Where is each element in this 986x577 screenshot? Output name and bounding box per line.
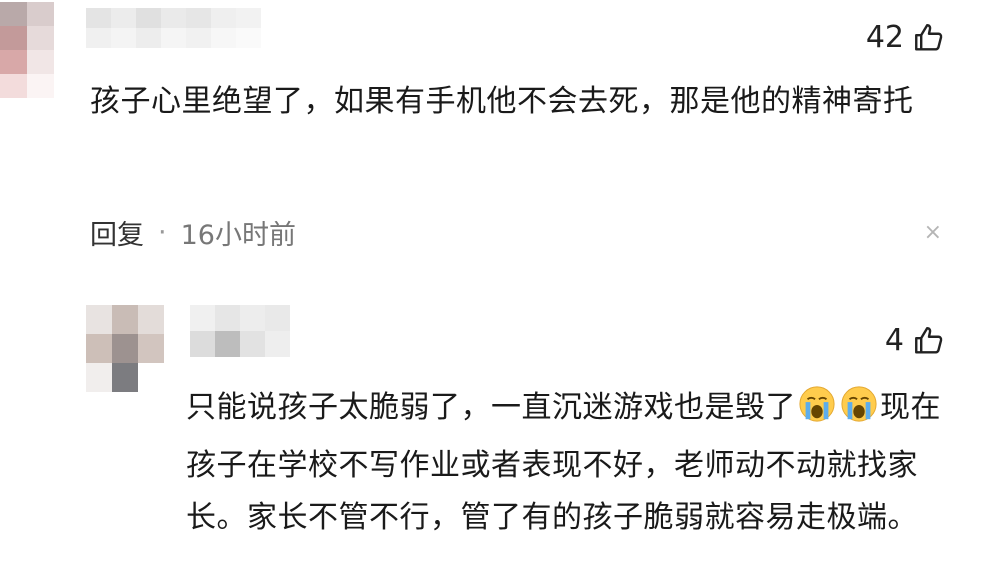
like-control[interactable]: 42 [866, 20, 946, 55]
thumbs-up-icon[interactable] [912, 324, 946, 358]
crying-face-icon [798, 385, 836, 440]
close-icon[interactable]: × [924, 222, 942, 244]
avatar[interactable] [86, 305, 164, 392]
username[interactable] [190, 305, 290, 357]
comment-text: 只能说孩子太脆弱了，一直沉迷游戏也是毁了 现在孩子在学校不写作业或者表现不好，老师… [186, 382, 956, 544]
thumbs-up-icon[interactable] [912, 21, 946, 55]
comment-meta: 回复 · 16小时前 [90, 213, 296, 252]
comment-item: 4 只能说孩子太脆弱了，一直沉迷游戏也是毁了 现在孩子在学校不写作业或者表现不好，… [0, 290, 986, 577]
separator-dot: · [158, 217, 167, 248]
timestamp: 16小时前 [180, 220, 296, 251]
like-control[interactable]: 4 [885, 323, 946, 358]
reply-button[interactable]: 回复 [90, 213, 144, 252]
like-count: 4 [884, 323, 904, 358]
crying-face-icon [840, 385, 878, 440]
comment-text-part: 只能说孩子太脆弱了，一直沉迷游戏也是毁了 [186, 390, 796, 425]
avatar[interactable] [0, 2, 54, 98]
comment-text: 孩子心里绝望了，如果有手机他不会去死，那是他的精神寄托 [90, 84, 914, 119]
username[interactable] [86, 8, 261, 48]
like-count: 42 [865, 20, 904, 55]
comment-item: 42 孩子心里绝望了，如果有手机他不会去死，那是他的精神寄托 回复 · 16小时… [0, 0, 986, 290]
